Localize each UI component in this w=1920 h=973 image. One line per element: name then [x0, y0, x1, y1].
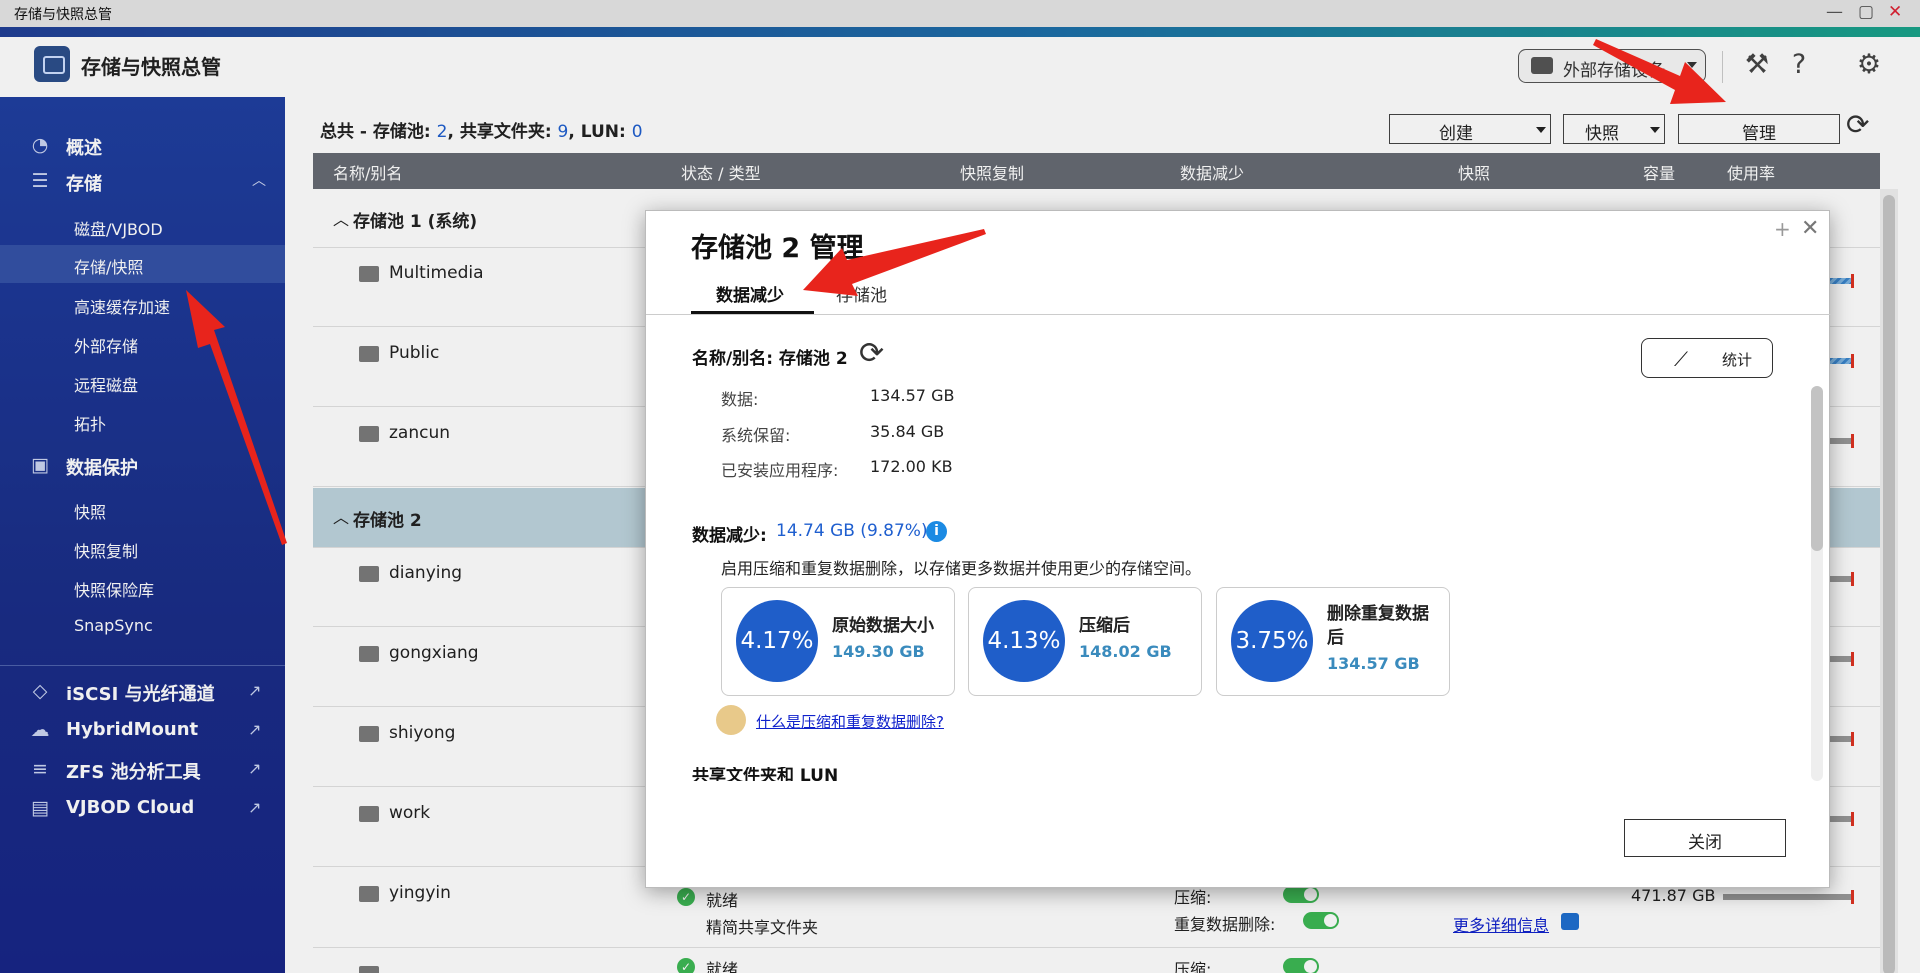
arrow-annotation-manage [1593, 39, 1726, 104]
arrow-annotation-sidebar [186, 290, 287, 545]
annotation-arrows [186, 39, 1726, 545]
arrow-annotation-tab [803, 229, 986, 296]
